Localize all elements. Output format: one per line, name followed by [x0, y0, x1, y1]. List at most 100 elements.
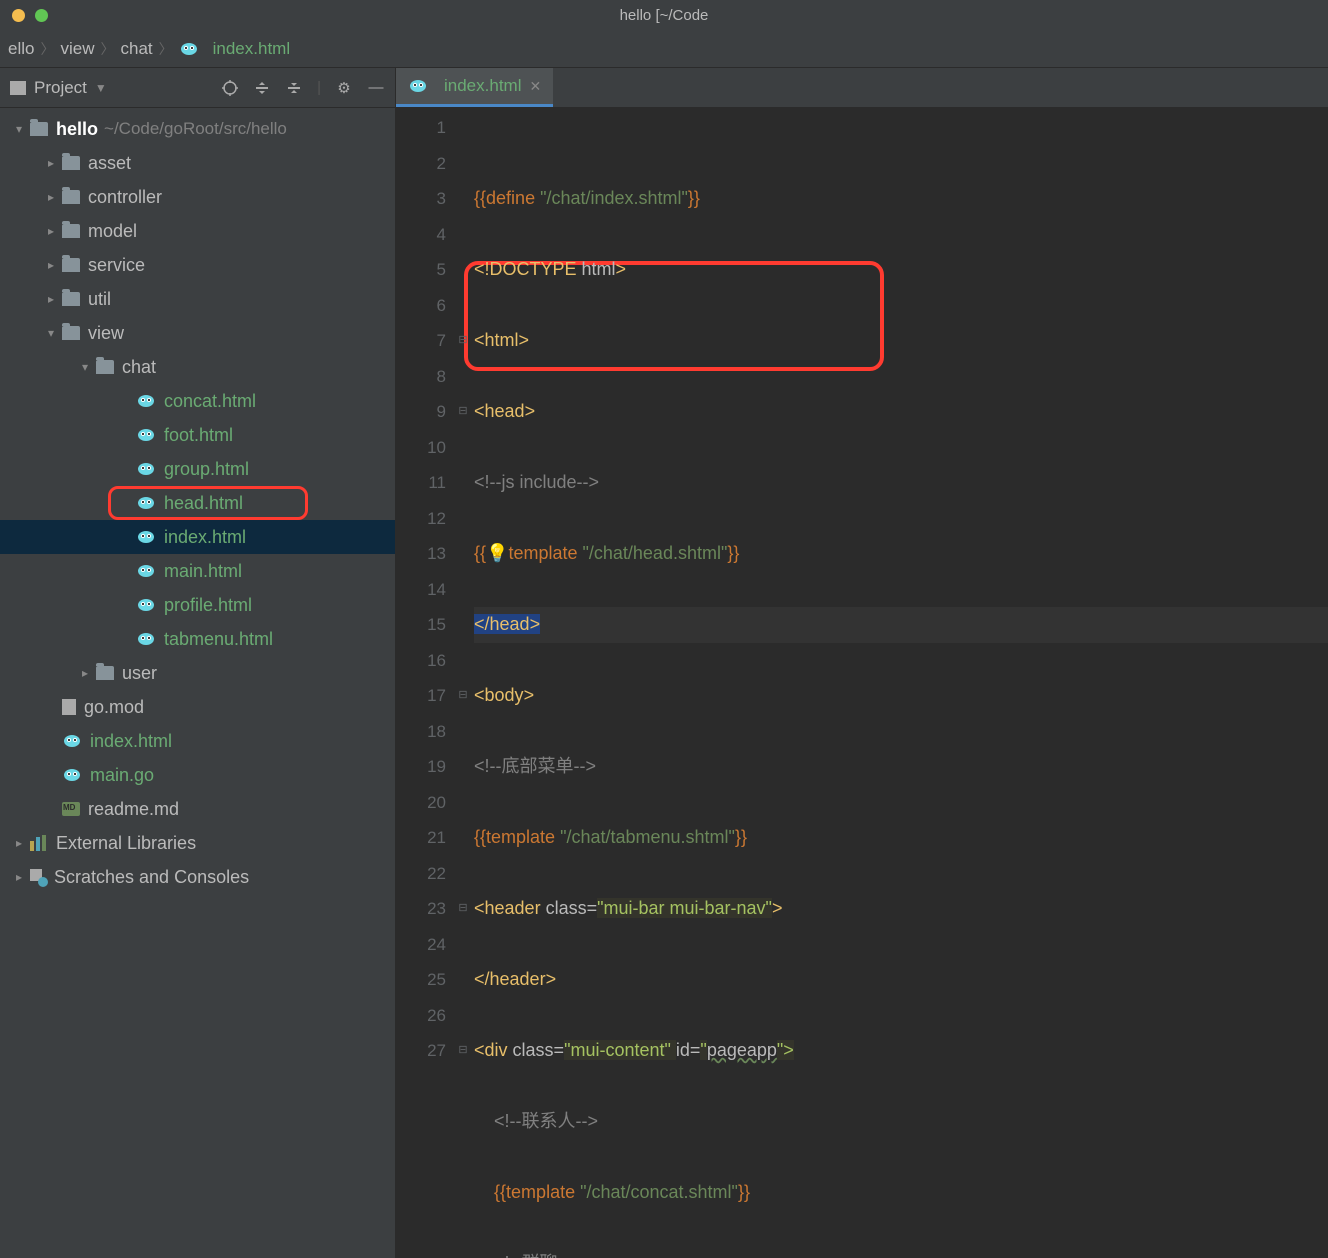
tree-file[interactable]: index.html — [0, 724, 395, 758]
folder-icon — [62, 224, 80, 238]
editor-pane: index.html ✕ 123456789101112131415161718… — [396, 68, 1328, 1258]
tree-folder-view[interactable]: ▾view — [0, 316, 395, 350]
go-file-icon — [136, 529, 156, 545]
code-line: ⊟<head> — [474, 394, 1328, 430]
lightbulb-icon[interactable]: 💡 — [486, 543, 508, 563]
go-file-icon — [179, 41, 199, 57]
code-line: ⊟<header class="mui-bar mui-bar-nav"> — [474, 891, 1328, 927]
crumb-root[interactable]: ello — [8, 39, 34, 59]
tree-folder[interactable]: ▸model — [0, 214, 395, 248]
tree-file[interactable]: main.html — [0, 554, 395, 588]
maximize-dot[interactable] — [35, 9, 48, 22]
libraries-icon — [30, 835, 48, 851]
target-icon[interactable] — [221, 79, 239, 97]
chevron-right-icon: ▸ — [44, 258, 58, 272]
go-file-icon — [136, 427, 156, 443]
tree-folder-user[interactable]: ▸user — [0, 656, 395, 690]
file-tree[interactable]: ▾hello~/Code/goRoot/src/hello ▸asset ▸co… — [0, 108, 395, 1258]
code-line: </header> — [474, 962, 1328, 998]
minimize-icon[interactable]: — — [367, 79, 385, 97]
expand-all-icon[interactable] — [253, 79, 271, 97]
folder-icon — [30, 122, 48, 136]
tree-folder[interactable]: ▸controller — [0, 180, 395, 214]
crumb-view[interactable]: view — [60, 39, 94, 59]
tree-file[interactable]: foot.html — [0, 418, 395, 452]
go-file-icon — [136, 393, 156, 409]
code-line: <!DOCTYPE html> — [474, 252, 1328, 288]
tree-scratches[interactable]: ▸Scratches and Consoles — [0, 860, 395, 894]
collapse-all-icon[interactable] — [285, 79, 303, 97]
code-line-active: </head> — [474, 607, 1328, 643]
code-line: {{define "/chat/index.shtml"}} — [474, 181, 1328, 217]
code-line: <!--群聊--> — [474, 1246, 1328, 1258]
tree-folder[interactable]: ▸util — [0, 282, 395, 316]
minimize-dot[interactable] — [12, 9, 25, 22]
tree-file[interactable]: main.go — [0, 758, 395, 792]
code-area[interactable]: {{define "/chat/index.shtml"}} <!DOCTYPE… — [474, 108, 1328, 1258]
chevron-right-icon: ▸ — [44, 292, 58, 306]
chevron-right-icon: 〉 — [100, 39, 114, 59]
folder-icon — [96, 666, 114, 680]
breadcrumb: ello 〉 view 〉 chat 〉 index.html — [0, 30, 1328, 68]
tree-folder-chat[interactable]: ▾chat — [0, 350, 395, 384]
project-icon — [10, 81, 26, 95]
crumb-file[interactable]: index.html — [213, 39, 290, 59]
crumb-chat[interactable]: chat — [120, 39, 152, 59]
go-file-icon — [136, 495, 156, 511]
project-sidebar: Project ▼ | ⚙ — ▾hello~/Code/goRoot/src/… — [0, 68, 396, 1258]
chevron-down-icon: ▾ — [12, 122, 26, 136]
chevron-right-icon: ▸ — [12, 836, 26, 850]
fold-icon[interactable]: ⊟ — [456, 1033, 470, 1069]
chevron-right-icon: 〉 — [40, 39, 54, 59]
tree-file[interactable]: tabmenu.html — [0, 622, 395, 656]
chevron-right-icon: ▸ — [44, 190, 58, 204]
go-file-icon — [136, 461, 156, 477]
tab-label: index.html — [444, 76, 521, 96]
code-line: <!--联系人--> — [474, 1104, 1328, 1140]
code-line: {{template "/chat/concat.shtml"}} — [474, 1175, 1328, 1211]
fold-icon[interactable]: ⊟ — [456, 323, 470, 359]
folder-icon — [62, 292, 80, 306]
editor-body[interactable]: 1234567891011121314151617181920212223242… — [396, 108, 1328, 1258]
chevron-right-icon: ▸ — [78, 666, 92, 680]
go-file-icon — [62, 733, 82, 749]
tree-folder[interactable]: ▸asset — [0, 146, 395, 180]
gear-icon[interactable]: ⚙ — [335, 79, 353, 97]
fold-icon[interactable]: ⊟ — [456, 678, 470, 714]
close-icon[interactable]: ✕ — [529, 78, 541, 95]
tree-file[interactable]: group.html — [0, 452, 395, 486]
go-file-icon — [136, 631, 156, 647]
tree-file-gomod[interactable]: go.mod — [0, 690, 395, 724]
chevron-right-icon: ▸ — [44, 224, 58, 238]
chevron-right-icon: ▸ — [12, 870, 26, 884]
tree-external-libraries[interactable]: ▸External Libraries — [0, 826, 395, 860]
code-line: <!--底部菜单--> — [474, 749, 1328, 785]
chevron-right-icon: 〉 — [159, 39, 173, 59]
tree-project-root[interactable]: ▾hello~/Code/goRoot/src/hello — [0, 112, 395, 146]
sidebar-header: Project ▼ | ⚙ — — [0, 68, 395, 108]
folder-icon — [62, 258, 80, 272]
go-file-icon — [408, 78, 428, 94]
tree-file-readme[interactable]: readme.md — [0, 792, 395, 826]
tree-file[interactable]: concat.html — [0, 384, 395, 418]
window-title: hello [~/Code — [620, 7, 709, 24]
tree-file-head[interactable]: head.html — [0, 486, 395, 520]
folder-icon — [96, 360, 114, 374]
code-line: ⊟<body> — [474, 678, 1328, 714]
project-label[interactable]: Project — [34, 78, 87, 98]
tree-folder[interactable]: ▸service — [0, 248, 395, 282]
tab-index[interactable]: index.html ✕ — [396, 68, 553, 107]
markdown-icon — [62, 802, 80, 816]
gomod-icon — [62, 699, 76, 715]
code-line: ⊟<html> — [474, 323, 1328, 359]
chevron-down-icon[interactable]: ▼ — [95, 81, 107, 95]
tree-file-index[interactable]: index.html — [0, 520, 395, 554]
folder-icon — [62, 190, 80, 204]
fold-icon[interactable]: ⊟ — [456, 891, 470, 927]
code-line: {{template "/chat/tabmenu.shtml"}} — [474, 820, 1328, 856]
fold-icon[interactable]: ⊟ — [456, 394, 470, 430]
chevron-down-icon: ▾ — [44, 326, 58, 340]
tree-file[interactable]: profile.html — [0, 588, 395, 622]
code-line: <!--js include--> — [474, 465, 1328, 501]
chevron-right-icon: ▸ — [44, 156, 58, 170]
